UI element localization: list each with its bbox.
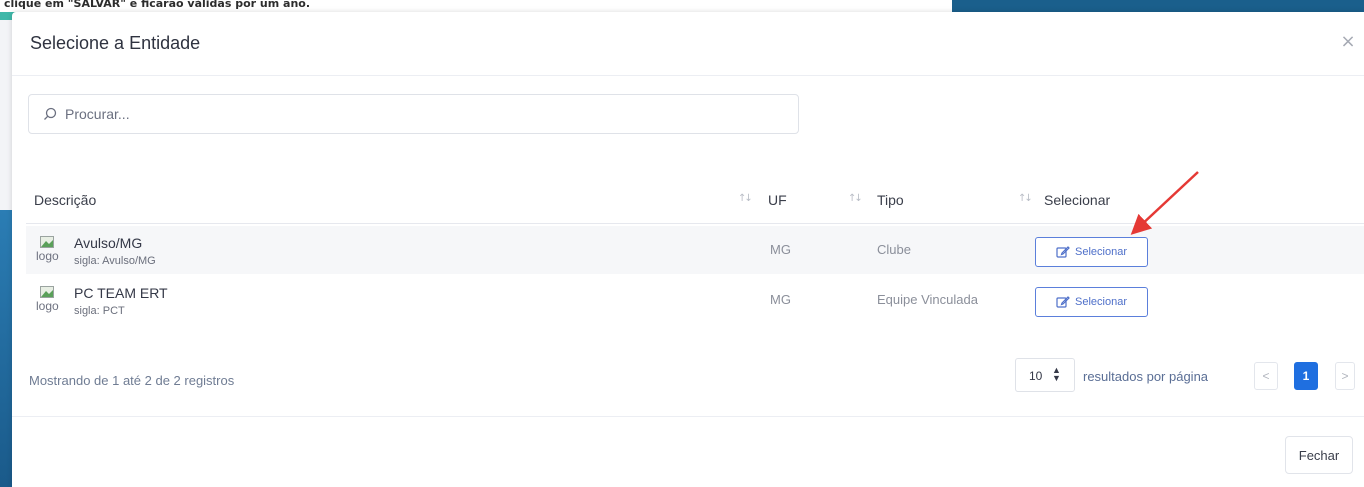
- table-header: Descrição ↑↓ UF ↑↓ Tipo ↑↓ Selecionar: [26, 180, 1364, 224]
- entity-name: PC TEAM ERT: [74, 285, 168, 301]
- entity-logo: logo: [36, 286, 66, 316]
- per-page-select[interactable]: 10 ▲ ▼: [1015, 358, 1075, 392]
- entity-uf: MG: [770, 292, 791, 307]
- sort-icon[interactable]: ↑↓: [1018, 193, 1033, 204]
- table-row: logo PC TEAM ERT sigla: PCT MG Equipe Vi…: [26, 276, 1364, 324]
- entity-sigla: sigla: PCT: [74, 305, 125, 317]
- select-button[interactable]: Selecionar: [1035, 287, 1148, 317]
- entity-name: Avulso/MG: [74, 235, 143, 251]
- entity-select-modal: Selecione a Entidade × Descrição ↑↓ UF ↑…: [12, 12, 1364, 487]
- background-left-blue: [0, 210, 12, 487]
- header-selecionar: Selecionar: [1044, 192, 1111, 208]
- select-arrows-icon: ▲ ▼: [1052, 365, 1061, 383]
- search-box[interactable]: [28, 94, 799, 134]
- header-tipo[interactable]: Tipo: [877, 192, 904, 208]
- header-uf[interactable]: UF: [768, 192, 787, 208]
- next-page-button[interactable]: >: [1335, 362, 1355, 390]
- broken-image-icon: [40, 286, 54, 298]
- prev-page-button[interactable]: <: [1254, 362, 1278, 390]
- page-1-button[interactable]: 1: [1294, 362, 1318, 390]
- logo-alt-text: logo: [36, 249, 59, 263]
- logo-alt-text: logo: [36, 299, 59, 313]
- sort-icon[interactable]: ↑↓: [738, 193, 753, 204]
- per-page-value: 10: [1029, 369, 1043, 383]
- table-row: logo Avulso/MG sigla: Avulso/MG MG Clube…: [26, 226, 1364, 274]
- entity-tipo: Equipe Vinculada: [877, 292, 978, 307]
- per-page-label: resultados por página: [1083, 369, 1209, 384]
- close-icon[interactable]: ×: [1340, 33, 1356, 51]
- modal-title: Selecione a Entidade: [30, 33, 201, 53]
- search-input[interactable]: [65, 95, 785, 133]
- entity-logo: logo: [36, 236, 66, 266]
- select-button-label: Selecionar: [1075, 296, 1127, 308]
- broken-image-icon: [40, 236, 54, 248]
- header-descricao[interactable]: Descrição: [34, 192, 96, 208]
- select-button[interactable]: Selecionar: [1035, 237, 1148, 267]
- edit-icon: [1056, 246, 1070, 258]
- entity-sigla: sigla: Avulso/MG: [74, 255, 156, 267]
- entity-uf: MG: [770, 242, 791, 257]
- sort-icon[interactable]: ↑↓: [848, 193, 863, 204]
- entity-tipo: Clube: [877, 242, 911, 257]
- search-icon: [44, 107, 57, 120]
- close-button[interactable]: Fechar: [1285, 436, 1353, 474]
- edit-icon: [1056, 296, 1070, 308]
- select-button-label: Selecionar: [1075, 246, 1127, 258]
- footer-divider: [12, 416, 1364, 417]
- modal-header: Selecione a Entidade ×: [12, 12, 1364, 76]
- pagination-summary: Mostrando de 1 até 2 de 2 registros: [29, 373, 235, 388]
- background-notice: clique em "SALVAR" e ficarão válidas por…: [4, 0, 311, 10]
